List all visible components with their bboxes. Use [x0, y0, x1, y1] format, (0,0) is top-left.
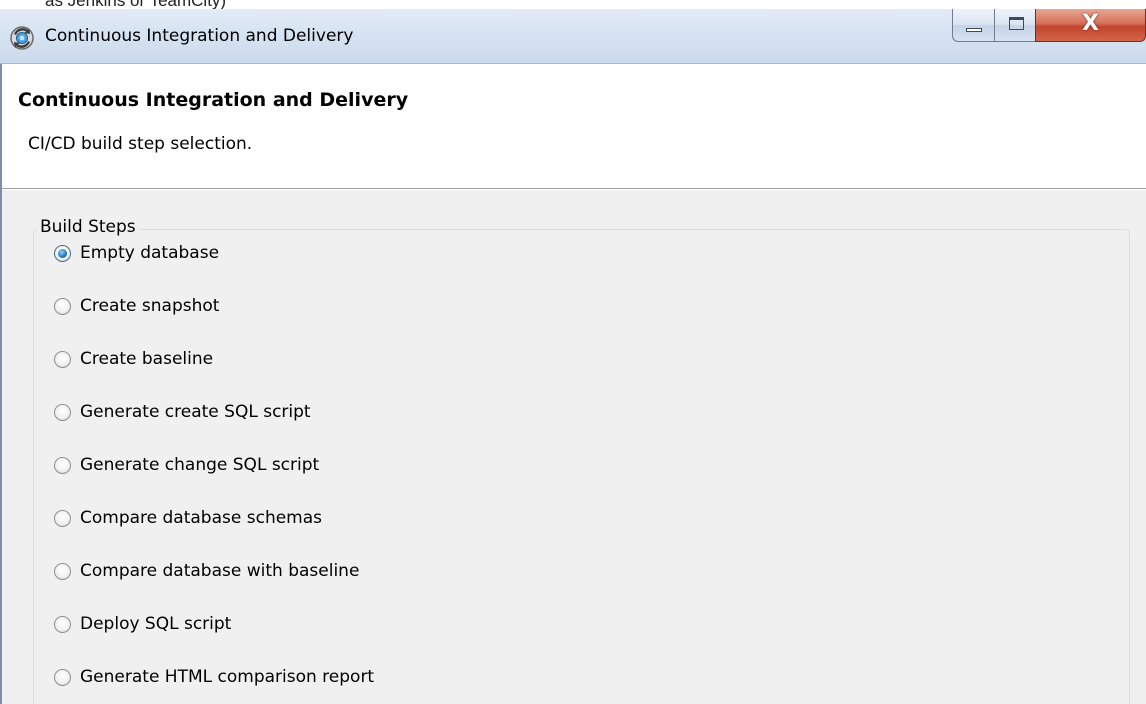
radio-option-empty-database[interactable]: Empty database — [54, 238, 219, 268]
header-title: Continuous Integration and Delivery — [18, 89, 409, 111]
radio-label: Create baseline — [80, 349, 214, 369]
radio-label: Generate HTML comparison report — [80, 667, 375, 687]
radio-label: Generate create SQL script — [80, 402, 311, 422]
maximize-icon — [1009, 17, 1024, 30]
radio-button[interactable] — [54, 668, 71, 686]
radio-option-html-report[interactable]: Generate HTML comparison report — [54, 662, 374, 692]
radio-label: Compare database schemas — [80, 508, 323, 528]
wizard-header: Continuous Integration and Delivery CI/C… — [2, 64, 1146, 189]
radio-button[interactable] — [54, 297, 71, 315]
radio-button[interactable] — [54, 562, 71, 580]
radio-button[interactable] — [54, 615, 71, 633]
build-steps-legend: Build Steps — [37, 217, 139, 237]
close-icon: X — [1082, 11, 1099, 36]
radio-label: Generate change SQL script — [80, 455, 320, 475]
radio-option-generate-create-sql[interactable]: Generate create SQL script — [54, 397, 311, 427]
radio-button[interactable] — [54, 244, 71, 262]
caption-buttons: X — [952, 9, 1146, 43]
window-title: Continuous Integration and Delivery — [45, 26, 354, 46]
header-description: CI/CD build step selection. — [28, 134, 253, 154]
radio-label: Create snapshot — [80, 296, 220, 316]
radio-label: Empty database — [80, 243, 220, 263]
radio-option-create-snapshot[interactable]: Create snapshot — [54, 291, 219, 321]
radio-option-compare-baseline[interactable]: Compare database with baseline — [54, 556, 359, 586]
radio-option-generate-change-sql[interactable]: Generate change SQL script — [54, 450, 319, 480]
radio-option-create-baseline[interactable]: Create baseline — [54, 344, 213, 374]
radio-label: Compare database with baseline — [80, 561, 360, 581]
radio-option-compare-schemas[interactable]: Compare database schemas — [54, 503, 322, 533]
content-area: Build Steps Empty database Create snapsh… — [2, 190, 1146, 704]
minimize-button[interactable] — [952, 9, 995, 42]
window-titlebar[interactable]: Continuous Integration and Delivery X — [0, 9, 1146, 64]
radio-button[interactable] — [54, 456, 71, 474]
radio-label: Deploy SQL script — [80, 614, 232, 634]
maximize-button[interactable] — [994, 9, 1036, 42]
radio-button[interactable] — [54, 509, 71, 527]
build-steps-group: Build Steps Empty database Create snapsh… — [33, 217, 1130, 704]
gear-sync-icon — [10, 26, 34, 50]
radio-option-deploy-sql[interactable]: Deploy SQL script — [54, 609, 231, 639]
radio-button[interactable] — [54, 350, 71, 368]
close-button[interactable]: X — [1035, 9, 1146, 42]
minimize-icon — [966, 28, 982, 32]
radio-button[interactable] — [54, 403, 71, 421]
